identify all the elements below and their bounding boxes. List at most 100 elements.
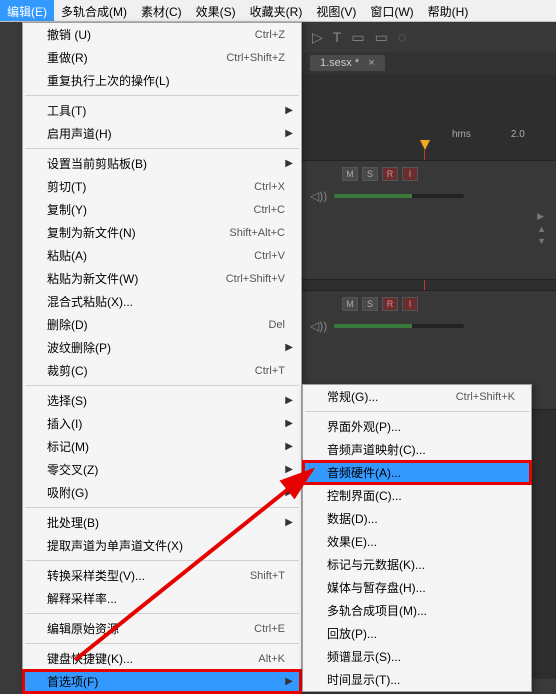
chevron-right-icon: ▶ [285, 676, 293, 687]
menu-edit[interactable]: 编辑(E) [0, 0, 54, 21]
menuitem-copy-to-new[interactable]: 复制为新文件(N)Shift+Alt+C [23, 221, 301, 244]
separator [25, 95, 299, 96]
menu-help[interactable]: 帮助(H) [421, 0, 476, 21]
menuitem-paste-to-new[interactable]: 粘贴为新文件(W)Ctrl+Shift+V [23, 267, 301, 290]
track-solo-button[interactable]: S [362, 167, 378, 181]
menuitem-insert[interactable]: 插入(I)▶ [23, 412, 301, 435]
menuitem-appearance[interactable]: 界面外观(P)... [303, 415, 531, 438]
menuitem-markers-metadata[interactable]: 标记与元数据(K)... [303, 553, 531, 576]
chevron-right-icon[interactable]: ▶ [537, 211, 546, 222]
menuitem-paste[interactable]: 粘贴(A)Ctrl+V [23, 244, 301, 267]
menu-clip[interactable]: 素材(C) [134, 0, 189, 21]
document-tab[interactable]: 1.sesx * × [310, 55, 385, 71]
menuitem-snapping[interactable]: 吸附(G)▶ [23, 481, 301, 504]
menuitem-mix-paste[interactable]: 混合式粘贴(X)... [23, 290, 301, 313]
chevron-right-icon: ▶ [285, 395, 293, 406]
separator [25, 560, 299, 561]
menuitem-keyboard-shortcuts[interactable]: 键盘快捷键(K)...Alt+K [23, 647, 301, 670]
menuitem-delete[interactable]: 删除(D)Del [23, 313, 301, 336]
track-solo-button[interactable]: S [362, 297, 378, 311]
chevron-down-icon[interactable]: ▼ [537, 236, 546, 246]
menuitem-copy[interactable]: 复制(Y)Ctrl+C [23, 198, 301, 221]
menuitem-media-cache[interactable]: 媒体与暂存盘(H)... [303, 576, 531, 599]
menuitem-enable-channels[interactable]: 启用声道(H)▶ [23, 122, 301, 145]
chevron-right-icon: ▶ [285, 441, 293, 452]
time-ruler: hms 2.0 4.0 [302, 120, 556, 148]
menuitem-marker[interactable]: 标记(M)▶ [23, 435, 301, 458]
menuitem-crop[interactable]: 裁剪(C)Ctrl+T [23, 359, 301, 382]
menuitem-ripple-delete[interactable]: 波纹删除(P)▶ [23, 336, 301, 359]
track-mute-button[interactable]: M [342, 167, 358, 181]
menuitem-effects[interactable]: 效果(E)... [303, 530, 531, 553]
tab-title: 1.sesx * [320, 57, 359, 69]
menuitem-playback[interactable]: 回放(P)... [303, 622, 531, 645]
chevron-right-icon: ▶ [285, 128, 293, 139]
menu-favorites[interactable]: 收藏夹(R) [243, 0, 310, 21]
menuitem-batch-process[interactable]: 批处理(B)▶ [23, 511, 301, 534]
tool-rect2-icon[interactable]: ▭ [375, 29, 388, 46]
preferences-submenu: 常规(G)...Ctrl+Shift+K 界面外观(P)... 音频声道映射(C… [302, 384, 532, 692]
separator [25, 385, 299, 386]
separator [25, 148, 299, 149]
chevron-up-icon[interactable]: ▲ [537, 224, 546, 234]
menu-multitrack[interactable]: 多轨合成(M) [54, 0, 134, 21]
menuitem-tools[interactable]: 工具(T)▶ [23, 99, 301, 122]
track-input-button[interactable]: I [402, 167, 418, 181]
track-controls: ▶ ▲ ▼ [537, 211, 546, 246]
ruler-t1: 2.0 [511, 129, 525, 140]
menuitem-undo[interactable]: 撤销 (U)Ctrl+Z [23, 23, 301, 46]
menuitem-data[interactable]: 数据(D)... [303, 507, 531, 530]
tab-bar: 1.sesx * × [302, 52, 556, 74]
menuitem-edit-original[interactable]: 编辑原始资源Ctrl+E [23, 617, 301, 640]
menuitem-preferences[interactable]: 首选项(F)▶ [23, 670, 301, 693]
menu-effects[interactable]: 效果(S) [189, 0, 243, 21]
menu-window[interactable]: 窗口(W) [363, 0, 420, 21]
menuitem-cut[interactable]: 剪切(T)Ctrl+X [23, 175, 301, 198]
menuitem-set-clipboard[interactable]: 设置当前剪贴板(B)▶ [23, 152, 301, 175]
chevron-right-icon: ▶ [285, 464, 293, 475]
separator [305, 411, 529, 412]
edit-menu-dropdown: 撤销 (U)Ctrl+Z 重做(R)Ctrl+Shift+Z 重复执行上次的操作… [22, 22, 302, 694]
chevron-right-icon: ▶ [285, 517, 293, 528]
speaker-icon: ◁)) [310, 189, 330, 203]
menuitem-time-display[interactable]: 时间显示(T)... [303, 668, 531, 691]
menuitem-repeat-last[interactable]: 重复执行上次的操作(L) [23, 69, 301, 92]
chevron-right-icon: ▶ [285, 342, 293, 353]
menuitem-multitrack[interactable]: 多轨合成项目(M)... [303, 599, 531, 622]
tool-rect-icon[interactable]: ▭ [351, 29, 364, 46]
tool-cursor-icon[interactable]: ▷ [312, 29, 323, 46]
separator [25, 643, 299, 644]
menuitem-audio-channel-mapping[interactable]: 音频声道映射(C)... [303, 438, 531, 461]
menuitem-convert-sample-type[interactable]: 转换采样类型(V)...Shift+T [23, 564, 301, 587]
chevron-right-icon: ▶ [285, 418, 293, 429]
tool-text-icon[interactable]: T [333, 29, 342, 45]
volume-slider[interactable] [334, 324, 464, 328]
menuitem-interpret-sample-rate[interactable]: 解释采样率... [23, 587, 301, 610]
track-record-button[interactable]: R [382, 297, 398, 311]
menuitem-redo[interactable]: 重做(R)Ctrl+Shift+Z [23, 46, 301, 69]
chevron-right-icon: ▶ [285, 158, 293, 169]
menuitem-control-surface[interactable]: 控制界面(C)... [303, 484, 531, 507]
speaker-icon: ◁)) [310, 319, 330, 333]
toolbar: ▷ T ▭ ▭ ◌ [302, 22, 556, 52]
menuitem-general[interactable]: 常规(G)...Ctrl+Shift+K [303, 385, 531, 408]
menuitem-spectral-display[interactable]: 频谱显示(S)... [303, 645, 531, 668]
close-icon[interactable]: × [368, 57, 374, 69]
tool-ellipse-icon[interactable]: ◌ [398, 29, 406, 45]
track-mute-button[interactable]: M [342, 297, 358, 311]
menuitem-extract-channels[interactable]: 提取声道为单声道文件(X) [23, 534, 301, 557]
chevron-right-icon: ▶ [285, 487, 293, 498]
track-record-button[interactable]: R [382, 167, 398, 181]
ruler-unit: hms [452, 129, 471, 140]
menu-view[interactable]: 视图(V) [309, 0, 363, 21]
chevron-right-icon: ▶ [285, 105, 293, 116]
volume-slider[interactable] [334, 194, 464, 198]
track-1: M S R I ◁)) ▶ ▲ ▼ [302, 160, 556, 280]
separator [25, 507, 299, 508]
track-input-button[interactable]: I [402, 297, 418, 311]
menuitem-select[interactable]: 选择(S)▶ [23, 389, 301, 412]
menuitem-audio-hardware[interactable]: 音频硬件(A)... [303, 461, 531, 484]
menubar: 编辑(E) 多轨合成(M) 素材(C) 效果(S) 收藏夹(R) 视图(V) 窗… [0, 0, 556, 22]
separator [25, 613, 299, 614]
menuitem-zero-crossing[interactable]: 零交叉(Z)▶ [23, 458, 301, 481]
